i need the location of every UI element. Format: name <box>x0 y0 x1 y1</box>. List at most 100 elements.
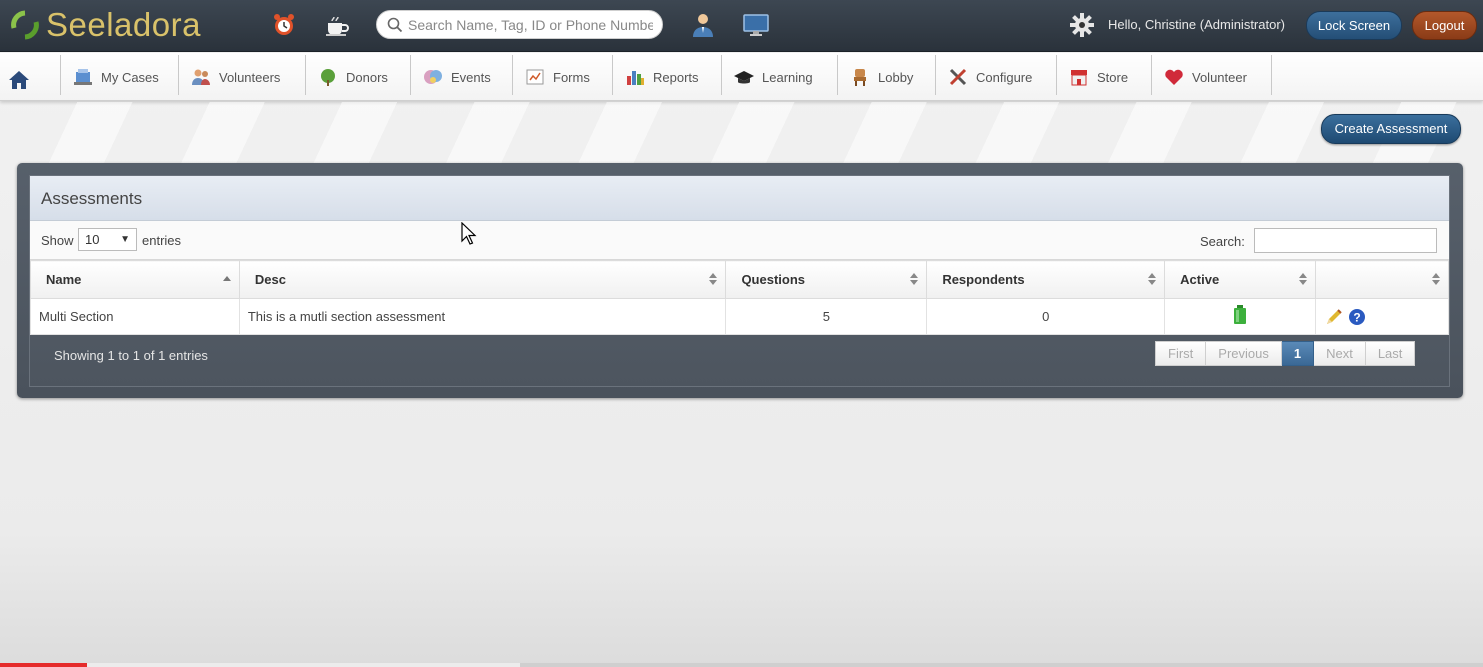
table-header-row: Name Desc Questions Respondents Active <box>30 260 1449 299</box>
nav-label: Configure <box>976 69 1033 85</box>
nav-label: My Cases <box>101 69 159 85</box>
col-header-actions[interactable] <box>1315 260 1449 299</box>
show-label: Show <box>41 233 74 248</box>
nav-events[interactable]: Events <box>410 53 491 101</box>
create-assessment-button[interactable]: Create Assessment <box>1321 114 1461 144</box>
pagination: First Previous 1 Next Last <box>1155 341 1416 366</box>
sort-both-icon <box>1148 273 1157 285</box>
svg-text:?: ? <box>1353 310 1360 324</box>
background-stripes <box>0 102 1483 167</box>
pager-page-1[interactable]: 1 <box>1281 341 1315 366</box>
person-icon[interactable] <box>689 11 717 39</box>
table-controls: Show 10 ▼ entries Search: <box>30 221 1449 260</box>
lock-screen-button[interactable]: Lock Screen <box>1306 11 1402 40</box>
nav-label: Learning <box>762 69 813 85</box>
nav-volunteers[interactable]: Volunteers <box>178 53 280 101</box>
help-question-icon[interactable]: ? <box>1348 308 1366 326</box>
nav-label: Donors <box>346 69 388 85</box>
table-footer: Showing 1 to 1 of 1 entries First Previo… <box>30 334 1449 388</box>
sort-both-icon <box>910 273 919 285</box>
nav-configure[interactable]: Configure <box>935 53 1032 101</box>
col-label: Respondents <box>942 272 1025 287</box>
home-icon[interactable] <box>8 70 30 90</box>
pager-next[interactable]: Next <box>1314 341 1366 366</box>
assessments-table: Name Desc Questions Respondents Active M… <box>30 260 1449 335</box>
cases-icon <box>74 69 92 85</box>
nav-store[interactable]: Store <box>1056 53 1128 101</box>
col-header-respondents[interactable]: Respondents <box>926 260 1166 299</box>
monitor-icon[interactable] <box>742 11 770 39</box>
logo[interactable]: Seeladora <box>10 6 201 44</box>
cell-questions: 5 <box>725 298 928 335</box>
nav-donors[interactable]: Donors <box>305 53 388 101</box>
donors-icon <box>321 69 335 86</box>
nav-label: Lobby <box>878 69 914 85</box>
gear-icon[interactable] <box>1068 11 1096 39</box>
col-label: Questions <box>741 272 806 287</box>
nav-label: Store <box>1097 69 1129 85</box>
dropdown-arrow-icon: ▼ <box>120 234 130 245</box>
logout-button[interactable]: Logout <box>1412 11 1477 40</box>
nav-separator <box>935 55 936 95</box>
nav-lobby[interactable]: Lobby <box>837 53 913 101</box>
search-icon <box>387 17 403 32</box>
nav-label: Forms <box>553 69 590 85</box>
progress-bar <box>0 663 87 667</box>
progress-buffer <box>87 663 520 667</box>
nav-label: Volunteer <box>1192 69 1247 85</box>
configure-icon <box>949 68 967 86</box>
sort-both-icon <box>1299 273 1308 285</box>
sort-asc-icon <box>222 276 231 281</box>
mouse-cursor-icon <box>461 222 477 245</box>
col-label: Name <box>46 272 82 287</box>
col-header-active[interactable]: Active <box>1164 260 1317 299</box>
lobby-icon <box>854 69 866 86</box>
cell-active <box>1164 298 1317 335</box>
nav-volunteer[interactable]: Volunteer <box>1151 53 1247 101</box>
nav-separator <box>837 55 838 95</box>
col-label: Desc <box>254 272 286 287</box>
pager-previous[interactable]: Previous <box>1206 341 1282 366</box>
nav-separator <box>512 55 513 95</box>
nav-separator <box>178 55 179 95</box>
volunteers-icon <box>192 69 210 85</box>
table-row[interactable]: Multi Section This is a mutli section as… <box>30 298 1449 335</box>
nav-separator <box>1271 55 1272 95</box>
assessments-panel: Assessments Show 10 ▼ entries Search: Na… <box>17 163 1463 398</box>
user-greeting: Hello, Christine (Administrator) <box>1108 17 1285 32</box>
cell-name: Multi Section <box>30 298 240 335</box>
global-search[interactable] <box>376 10 663 39</box>
cell-desc: This is a mutli section assessment <box>238 298 727 335</box>
learning-icon <box>734 71 754 84</box>
nav-separator <box>305 55 306 95</box>
entries-label: entries <box>142 233 182 248</box>
nav-separator <box>612 55 613 95</box>
entries-value: 10 <box>85 232 100 247</box>
search-input[interactable] <box>408 16 653 33</box>
top-bar: Seeladora Hello, Christine (Administrato… <box>0 0 1483 52</box>
logo-text: Seeladora <box>46 6 201 43</box>
nav-reports[interactable]: Reports <box>612 53 699 101</box>
col-header-name[interactable]: Name <box>30 260 240 299</box>
coffee-cup-icon[interactable] <box>323 11 351 39</box>
nav-forms[interactable]: Forms <box>512 53 590 101</box>
nav-separator <box>1056 55 1057 95</box>
col-header-questions[interactable]: Questions <box>725 260 928 299</box>
nav-my-cases[interactable]: My Cases <box>60 53 159 101</box>
store-icon <box>1071 70 1087 86</box>
pager-first[interactable]: First <box>1155 341 1207 366</box>
active-status-icon <box>1234 305 1247 324</box>
nav-label: Reports <box>653 69 699 85</box>
alarm-clock-icon[interactable] <box>270 11 298 39</box>
edit-pencil-icon[interactable] <box>1324 307 1344 327</box>
reports-icon <box>627 71 644 85</box>
table-search-label: Search: <box>1200 234 1245 249</box>
volunteer-heart-icon <box>1165 69 1183 85</box>
cell-respondents: 0 <box>926 298 1166 335</box>
nav-learning[interactable]: Learning <box>721 53 813 101</box>
pager-last[interactable]: Last <box>1365 341 1416 366</box>
nav-separator <box>1151 55 1152 95</box>
table-search-input[interactable] <box>1254 228 1437 253</box>
col-header-desc[interactable]: Desc <box>238 260 727 299</box>
entries-select[interactable]: 10 ▼ <box>78 228 137 251</box>
